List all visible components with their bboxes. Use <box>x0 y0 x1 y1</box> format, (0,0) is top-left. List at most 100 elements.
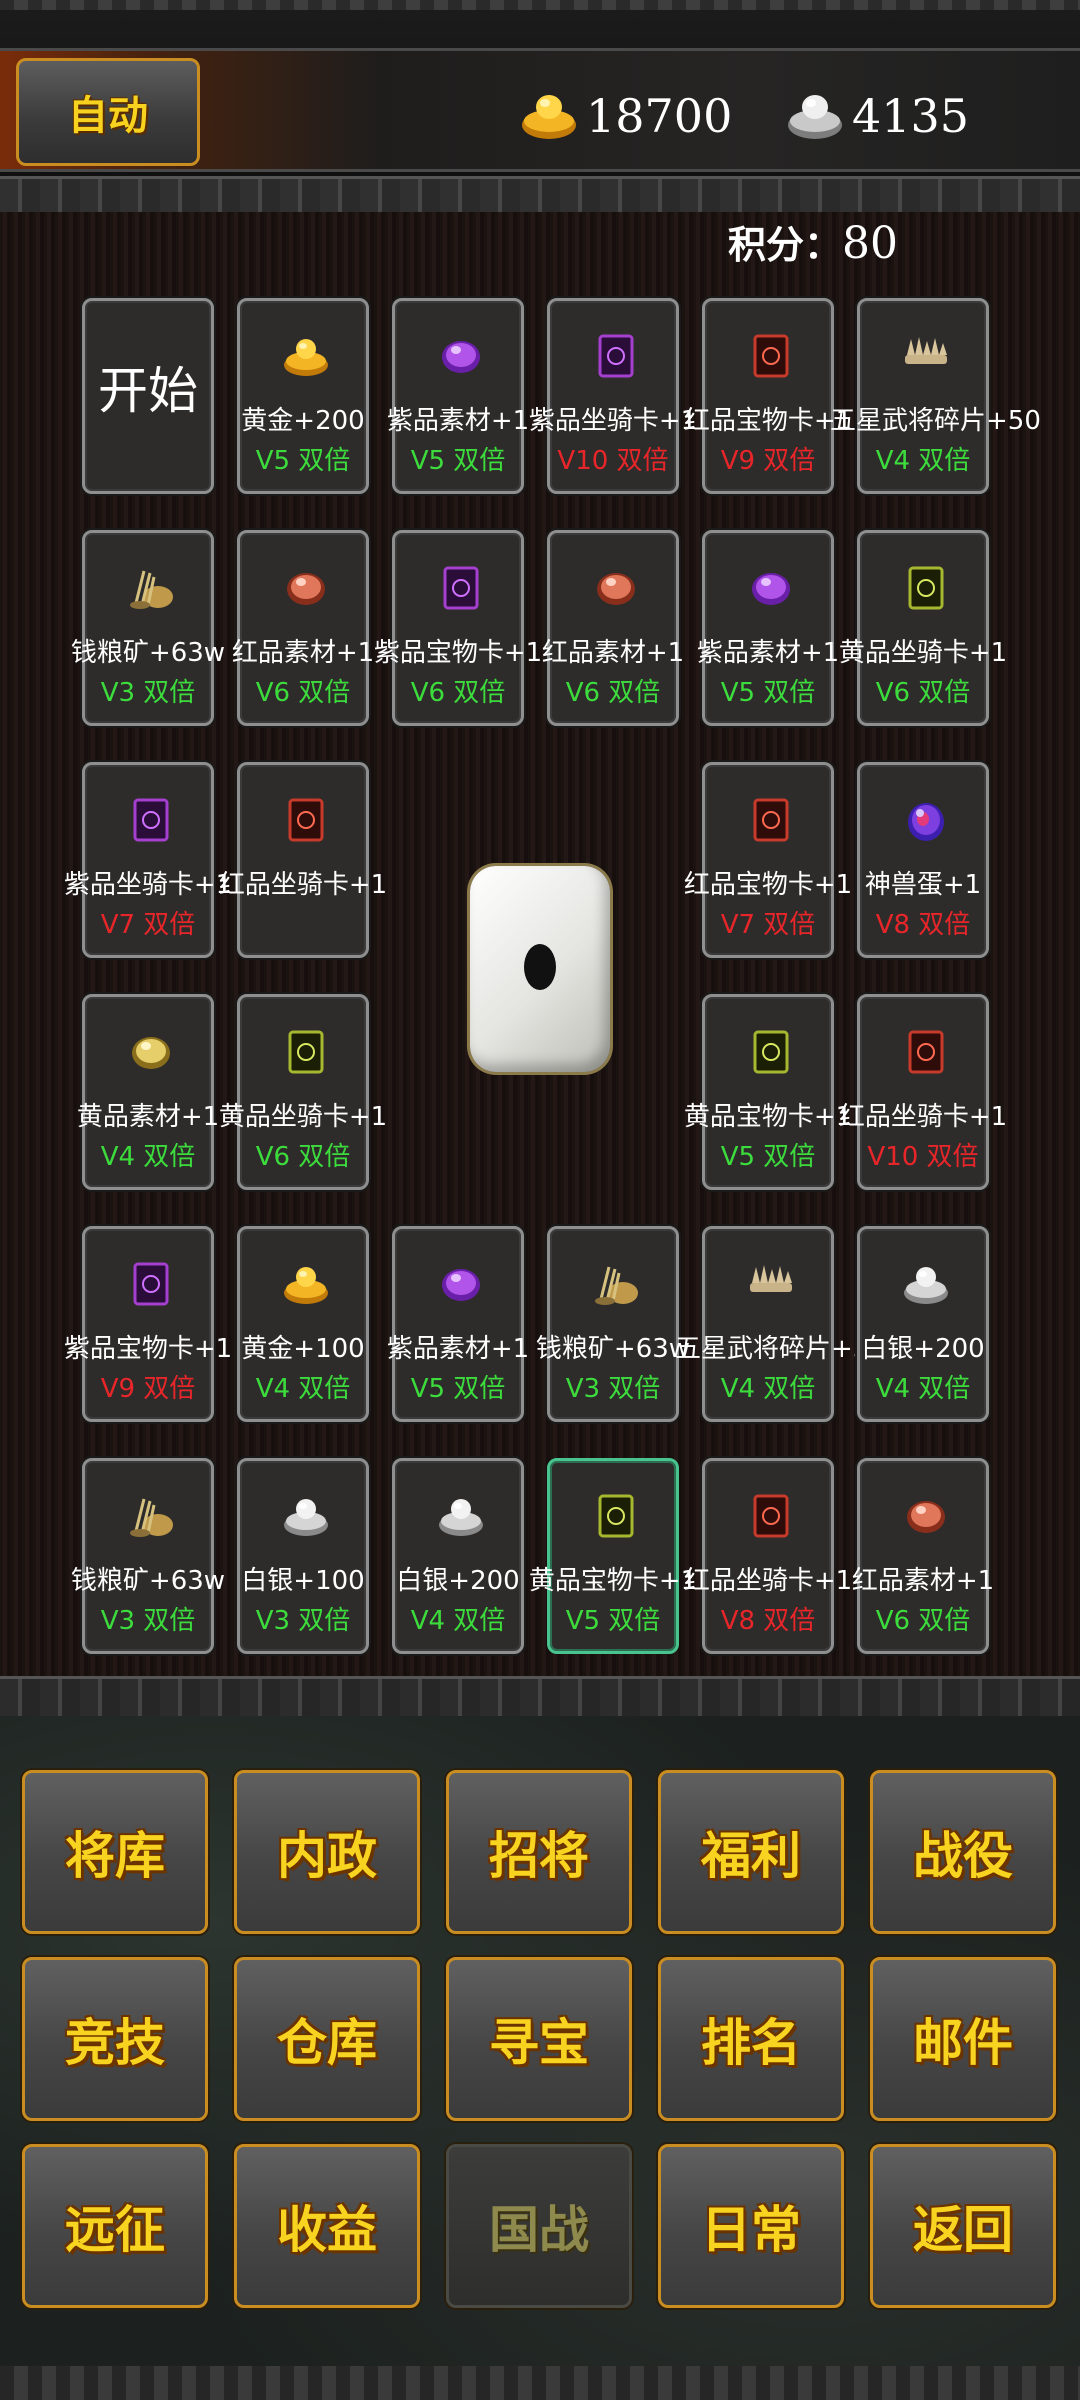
menu-button[interactable]: 收益 <box>234 2144 420 2308</box>
fragment-icon <box>750 1265 792 1292</box>
yellow-card-icon <box>288 1030 324 1074</box>
tile-vip-bonus: V10 双倍 <box>557 446 669 476</box>
board-tile[interactable]: 紫品坐骑卡+1 V7 双倍 <box>64 762 232 958</box>
gold-ingot-icon <box>522 95 576 139</box>
board-tile[interactable]: 紫品宝物卡+1 V6 双倍 <box>374 530 542 726</box>
menu-button[interactable]: 战役 <box>870 1770 1056 1934</box>
board-tile[interactable]: 黄品坐骑卡+1 V6 双倍 <box>839 530 1007 726</box>
score-label: 积分： <box>728 223 843 267</box>
menu-button[interactable]: 招将 <box>446 1770 632 1934</box>
board-tile[interactable]: 黄金+100 V4 双倍 <box>237 1226 369 1422</box>
board-tile[interactable]: 黄品素材+1 V4 双倍 <box>77 994 219 1190</box>
board-tile[interactable]: 白银+200 V4 双倍 <box>857 1226 989 1422</box>
tile-vip-bonus: V3 双倍 <box>565 1374 661 1404</box>
board-tile[interactable]: 红品坐骑卡+1 <box>219 762 387 958</box>
menu-button[interactable]: 排名 <box>658 1957 844 2121</box>
board-tile[interactable]: 白银+200 V4 双倍 <box>392 1458 524 1654</box>
menu-button[interactable]: 寻宝 <box>446 1957 632 2121</box>
tile-vip-bonus: V7 双倍 <box>100 910 196 940</box>
red-gem-icon <box>597 573 635 605</box>
board-tile[interactable]: 钱粮矿+63w V3 双倍 <box>71 1458 225 1654</box>
tile-vip-bonus: V4 双倍 <box>100 1142 196 1172</box>
auto-button[interactable]: 自动 <box>16 58 200 166</box>
board-tile[interactable]: 黄品宝物卡+1 V5 双倍 <box>529 1458 697 1654</box>
board-tile[interactable]: 紫品素材+1 V5 双倍 <box>697 530 839 726</box>
tile-vip-bonus: V6 双倍 <box>875 678 971 708</box>
dice[interactable] <box>470 866 610 1072</box>
board-tile[interactable]: 五星武将碎片+50 V4 双倍 <box>830 298 1041 494</box>
board-tile[interactable]: 黄金+200 V5 双倍 <box>237 298 369 494</box>
purple-gem-icon <box>752 573 790 605</box>
board-tile[interactable]: 红品宝物卡+1 V9 双倍 <box>684 298 852 494</box>
tile-vip-bonus: V3 双倍 <box>100 678 196 708</box>
tile-vip-bonus: V6 双倍 <box>255 678 351 708</box>
tile-reward-label: 神兽蛋+1 <box>864 870 982 900</box>
board-tile[interactable]: 五星武将碎片+50 V4 双倍 <box>675 1226 886 1422</box>
gold-ingot-icon <box>284 339 328 376</box>
tile-reward-label: 白银+200 <box>861 1334 985 1364</box>
dice-pip <box>524 944 556 990</box>
menu-button[interactable]: 仓库 <box>234 1957 420 2121</box>
tile-vip-bonus: V8 双倍 <box>875 910 971 940</box>
tile-vip-bonus: V9 双倍 <box>100 1374 196 1404</box>
tile-reward-label: 红品坐骑卡+1 <box>838 1102 1008 1132</box>
board-tile[interactable]: 黄品坐骑卡+1 V6 双倍 <box>219 994 387 1190</box>
tile-vip-bonus: V7 双倍 <box>720 910 816 940</box>
tile-reward-label: 黄品坐骑卡+1 <box>218 1102 388 1132</box>
top-decor-strip <box>0 0 1080 10</box>
menu-button[interactable]: 日常 <box>658 2144 844 2308</box>
menu-button[interactable]: 内政 <box>234 1770 420 1934</box>
board-tile[interactable]: 红品宝物卡+1 V7 双倍 <box>684 762 852 958</box>
silver-ingot-icon <box>788 95 842 139</box>
board-tile[interactable]: 白银+100 V3 双倍 <box>237 1458 369 1654</box>
board-tile[interactable]: 钱粮矿+63w V3 双倍 <box>71 530 225 726</box>
menu-button[interactable]: 国战 <box>446 2144 632 2308</box>
grain-icon <box>130 570 173 609</box>
board-tile[interactable]: 钱粮矿+63w V3 双倍 <box>536 1226 690 1422</box>
purple-gem-icon <box>442 341 480 373</box>
menu-button[interactable]: 返回 <box>870 2144 1056 2308</box>
tile-reward-label: 红品素材+1 <box>851 1566 995 1596</box>
menu-button[interactable]: 竞技 <box>22 1957 208 2121</box>
menu-button[interactable]: 远征 <box>22 2144 208 2308</box>
purple-card-icon <box>598 334 634 378</box>
tile-reward-label: 黄品坐骑卡+1 <box>838 638 1008 668</box>
tile-vip-bonus: V9 双倍 <box>720 446 816 476</box>
board-tile[interactable]: 红品素材+1 V6 双倍 <box>232 530 374 726</box>
gold-ingot-icon <box>284 1267 328 1304</box>
silver-ingot-icon <box>439 1499 483 1536</box>
tile-vip-bonus: V5 双倍 <box>410 446 506 476</box>
tile-vip-bonus: V3 双倍 <box>100 1606 196 1636</box>
board-tile[interactable]: 紫品素材+1 V5 双倍 <box>387 298 529 494</box>
board-tile[interactable]: 红品坐骑卡+1 V10 双倍 <box>839 994 1007 1190</box>
tile-vip-bonus: V5 双倍 <box>720 1142 816 1172</box>
grain-icon <box>130 1498 173 1537</box>
tile-vip-bonus: V5 双倍 <box>410 1374 506 1404</box>
beast-egg-icon <box>908 803 944 841</box>
grain-icon <box>595 1266 638 1305</box>
silver-balance: 4135 <box>784 80 969 152</box>
menu-button[interactable]: 邮件 <box>870 1957 1056 2121</box>
menu-button[interactable]: 将库 <box>22 1770 208 1934</box>
menu-button[interactable]: 福利 <box>658 1770 844 1934</box>
start-tile[interactable]: 开始 <box>82 298 214 494</box>
board-tile[interactable]: 红品素材+1 V6 双倍 <box>542 530 684 726</box>
board-tile[interactable]: 紫品宝物卡+1 V9 双倍 <box>64 1226 232 1422</box>
tile-vip-bonus: V6 双倍 <box>255 1142 351 1172</box>
board-tile[interactable]: 红品素材+1 V6 双倍 <box>852 1458 994 1654</box>
red-card-icon <box>908 1030 944 1074</box>
tile-vip-bonus: V10 双倍 <box>867 1142 979 1172</box>
silver-ingot-icon <box>904 1267 948 1304</box>
red-card-icon <box>753 1494 789 1538</box>
tile-vip-bonus: V5 双倍 <box>565 1606 661 1636</box>
silver-ingot-icon <box>284 1499 328 1536</box>
tile-vip-bonus: V4 双倍 <box>410 1606 506 1636</box>
tile-vip-bonus: V5 双倍 <box>255 446 351 476</box>
board-tile[interactable]: 红品坐骑卡+1 V8 双倍 <box>684 1458 852 1654</box>
bottom-decor-strip <box>0 2366 1080 2400</box>
board-tile[interactable]: 紫品坐骑卡+1 V10 双倍 <box>529 298 697 494</box>
yellow-card-icon <box>598 1494 634 1538</box>
board-tile[interactable]: 神兽蛋+1 V8 双倍 <box>857 762 989 958</box>
board-tile[interactable]: 黄品宝物卡+1 V5 双倍 <box>684 994 852 1190</box>
board-tile[interactable]: 紫品素材+1 V5 双倍 <box>387 1226 529 1422</box>
